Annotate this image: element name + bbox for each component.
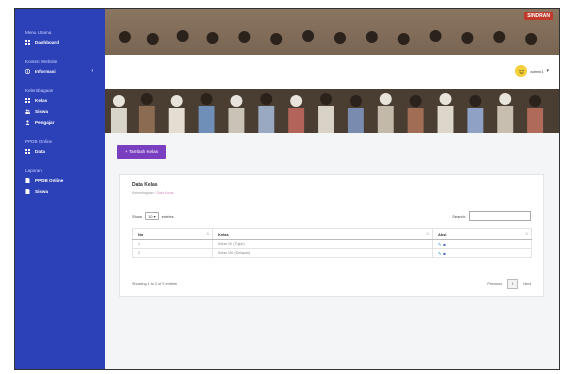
search-input[interactable]: [469, 211, 531, 221]
sidebar-item-kelas[interactable]: Kelas: [15, 95, 105, 106]
topbar: [105, 55, 559, 89]
grid-icon: [25, 149, 35, 154]
sidebar-heading-ppdb: PPDB Online: [25, 139, 53, 144]
column-header-kelas[interactable]: Kelas ⇅: [212, 228, 433, 240]
sidebar: Menu Utama Dashboard Konten Website Info…: [15, 9, 105, 369]
user-avatar-icon: [515, 65, 528, 77]
table-info: Showing 1 to 2 of 2 entries: [132, 282, 177, 286]
sidebar-item-label: Informasi: [35, 69, 56, 74]
edit-icon[interactable]: ✎: [438, 242, 441, 247]
kelas-table: No ⇅ Kelas ⇅ Aksi ⇅ 1 Kelas VII (Tujuh) ✎ ■: [132, 228, 532, 258]
column-header-no[interactable]: No ⇅: [132, 228, 213, 240]
cell-no: 2: [132, 248, 213, 258]
table-row: 2 Kelas VIII (Delapan) ✎ ■: [132, 248, 532, 258]
sidebar-item-laporan-ppdb[interactable]: PPDB Online: [15, 175, 105, 186]
entries-select[interactable]: 10 ▾: [145, 212, 159, 220]
user-menu[interactable]: admin1 ▾: [515, 65, 549, 77]
column-header-aksi[interactable]: Aksi ⇅: [432, 228, 532, 240]
sidebar-item-label: Kelas: [35, 98, 48, 103]
breadcrumb-active: Data Kelas: [156, 191, 174, 195]
sidebar-item-informasi[interactable]: Informasi ›: [15, 66, 105, 77]
show-label: Show: [132, 213, 143, 219]
sort-icon: ⇅: [206, 232, 209, 236]
sidebar-item-pengajar[interactable]: Pengajar: [15, 117, 105, 128]
breadcrumb-home[interactable]: Kelembagaan: [132, 191, 154, 195]
sidebar-item-label: Data: [35, 149, 45, 154]
sidebar-heading-konten: Konten Website: [25, 59, 58, 64]
breadcrumb: Kelembagaan / Data Kelas: [132, 191, 174, 195]
users-icon: [25, 109, 35, 114]
data-kelas-card: Data Kelas Kelembagaan / Data Kelas Show…: [119, 174, 544, 297]
sidebar-item-dashboard[interactable]: Dashboard: [15, 37, 105, 48]
sidebar-item-laporan-siswa[interactable]: Siswa: [15, 186, 105, 197]
chevron-down-icon: ▾: [546, 68, 549, 74]
main-content: SINDRAN admin1 ▾ + Tambah Kelas Data Kel…: [105, 9, 559, 369]
search-label: Search:: [452, 213, 466, 219]
sort-icon: ⇅: [426, 232, 429, 236]
chevron-right-icon: ›: [91, 68, 93, 74]
cell-aksi: ✎ ■: [432, 248, 532, 258]
breadcrumb-separator: /: [154, 191, 156, 195]
sidebar-item-label: Dashboard: [35, 40, 59, 45]
sidebar-heading-laporan: Laporan: [25, 168, 42, 173]
next-button[interactable]: Next: [523, 282, 531, 286]
sidebar-item-label: Siswa: [35, 109, 49, 114]
cell-kelas: Kelas VIII (Delapan): [212, 248, 433, 258]
cell-no: 1: [132, 239, 213, 249]
table-row: 1 Kelas VII (Tujuh) ✎ ■: [132, 239, 532, 249]
sidebar-item-siswa[interactable]: Siswa: [15, 106, 105, 117]
table-search: Search:: [452, 211, 531, 221]
file-icon: [25, 178, 35, 183]
pagination: Previous 1 Next: [487, 279, 531, 289]
edit-icon[interactable]: ✎: [438, 251, 441, 256]
app-window: Menu Utama Dashboard Konten Website Info…: [14, 8, 560, 370]
sidebar-heading-main: Menu Utama: [25, 30, 52, 35]
teacher-icon: [25, 120, 35, 125]
entries-length-control: Show 10 ▾ entries: [132, 212, 174, 220]
dashboard-icon: [25, 40, 35, 45]
file-icon: [25, 189, 35, 194]
info-icon: [25, 69, 35, 74]
sidebar-heading-kelembagaan: Kelembagaan: [25, 88, 54, 93]
user-name: admin1: [530, 68, 544, 74]
sidebar-item-label: Pengajar: [35, 120, 55, 125]
entries-label: entries: [161, 213, 174, 219]
page-button-1[interactable]: 1: [507, 279, 519, 289]
cell-kelas: Kelas VII (Tujuh): [212, 239, 433, 249]
add-kelas-button[interactable]: + Tambah Kelas: [117, 145, 166, 159]
cell-aksi: ✎ ■: [432, 239, 532, 249]
header-banner: SINDRAN admin1 ▾: [105, 9, 559, 133]
card-title: Data Kelas: [132, 182, 158, 188]
grid-icon: [25, 98, 35, 103]
delete-icon[interactable]: ■: [443, 242, 445, 247]
brand-logo: SINDRAN: [524, 12, 553, 20]
table-header-row: No ⇅ Kelas ⇅ Aksi ⇅: [132, 228, 532, 240]
delete-icon[interactable]: ■: [443, 251, 445, 256]
sidebar-item-label: Siswa: [35, 189, 49, 194]
previous-button[interactable]: Previous: [487, 282, 502, 286]
sidebar-item-data[interactable]: Data: [15, 146, 105, 157]
sort-icon: ⇅: [525, 232, 528, 236]
sidebar-item-label: PPDB Online: [35, 178, 64, 183]
page-frame: Menu Utama Dashboard Konten Website Info…: [0, 0, 571, 374]
